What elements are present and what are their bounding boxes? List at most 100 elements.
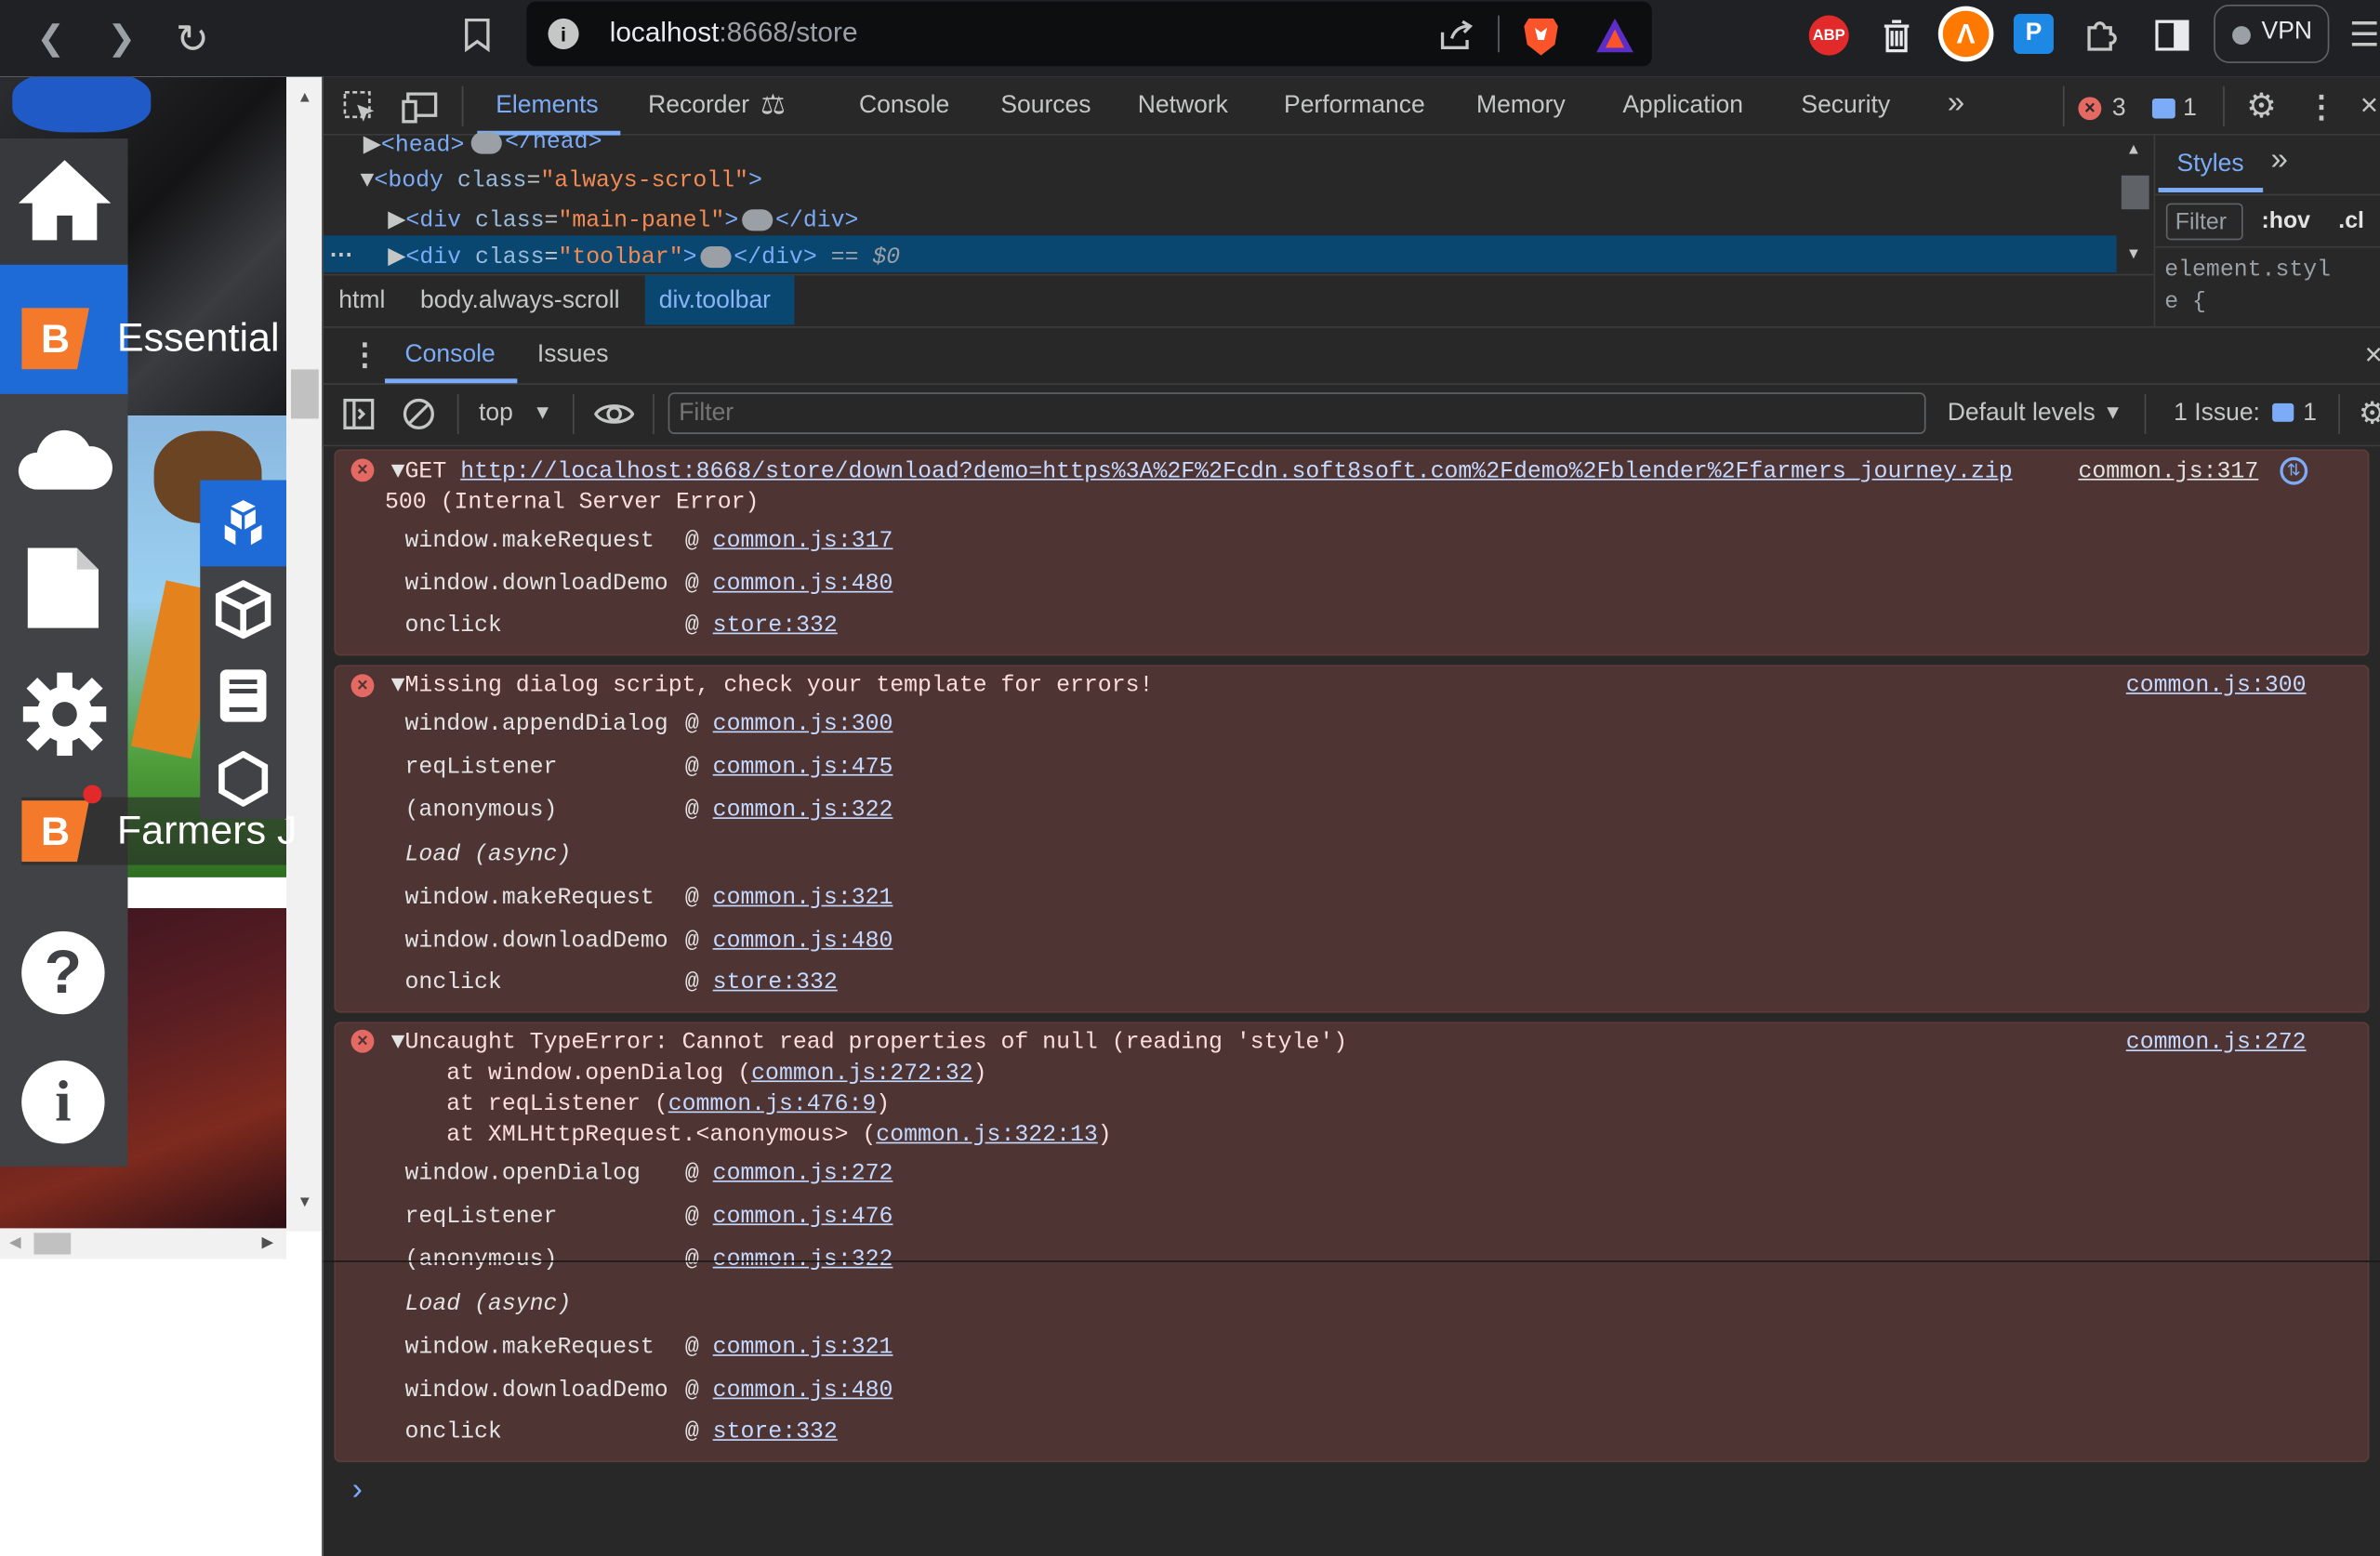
- tab-performance[interactable]: Performance: [1284, 92, 1425, 120]
- inspect-element-icon[interactable]: [342, 89, 379, 126]
- tab-recorder[interactable]: Recorder: [648, 92, 749, 120]
- sidebar-icon[interactable]: [2150, 14, 2193, 57]
- network-request-icon[interactable]: ⇅: [2280, 456, 2308, 485]
- forward-icon[interactable]: ❯: [96, 12, 148, 64]
- console-prompt[interactable]: ›: [348, 1474, 366, 1510]
- clear-console-icon[interactable]: [401, 396, 438, 433]
- sidebar-item-home[interactable]: [0, 138, 128, 271]
- stack-source-link[interactable]: common.js:272: [713, 1161, 893, 1187]
- tab-application[interactable]: Application: [1622, 92, 1743, 120]
- close-drawer-icon[interactable]: ×: [2364, 338, 2380, 374]
- console-filter-input[interactable]: [668, 392, 1926, 434]
- dom-node-body[interactable]: ▼<body class="always-scroll">: [360, 167, 761, 193]
- back-icon[interactable]: ❮: [24, 12, 76, 64]
- brave-shield-icon[interactable]: [1519, 12, 1562, 59]
- adblock-plus-icon[interactable]: ABP: [1808, 15, 1849, 56]
- source-link[interactable]: common.js:272: [2126, 1030, 2307, 1056]
- kebab-menu-icon[interactable]: ⋮: [2307, 86, 2337, 126]
- sidebar-item-settings[interactable]: [0, 653, 127, 782]
- more-tabs-icon[interactable]: »: [2270, 143, 2287, 178]
- close-devtools-icon[interactable]: ×: [2359, 86, 2380, 126]
- stack-source-link[interactable]: common.js:300: [713, 711, 893, 737]
- trace-link[interactable]: common.js:272:32: [751, 1061, 973, 1087]
- error-message-text[interactable]: ▼Uncaught TypeError: Cannot read propert…: [391, 1030, 1348, 1056]
- scroll-right-icon[interactable]: ▶: [262, 1234, 274, 1251]
- error-message-text[interactable]: ▼Missing dialog script, check your templ…: [391, 673, 1154, 699]
- box-icon[interactable]: [200, 566, 286, 653]
- hov-toggle[interactable]: :hov: [2262, 208, 2310, 234]
- stack-source-link[interactable]: store:332: [713, 1419, 838, 1445]
- eye-icon[interactable]: [593, 396, 636, 433]
- password-manager-icon[interactable]: P: [2013, 13, 2054, 54]
- source-link[interactable]: common.js:317: [2078, 458, 2258, 484]
- scroll-left-icon[interactable]: ◀: [9, 1234, 21, 1251]
- brave-rewards-icon[interactable]: [1592, 12, 1638, 59]
- cubes-icon[interactable]: [200, 480, 286, 567]
- chevron-down-icon[interactable]: ▼: [533, 401, 552, 424]
- reload-icon[interactable]: ↻: [166, 12, 218, 64]
- stack-source-link[interactable]: common.js:317: [713, 528, 893, 554]
- tab-network[interactable]: Network: [1138, 92, 1228, 120]
- site-info-icon[interactable]: i: [548, 18, 579, 49]
- cls-toggle[interactable]: .cl: [2338, 208, 2364, 234]
- scroll-down-icon[interactable]: ▼: [2126, 246, 2141, 263]
- breadcrumb-body[interactable]: body.always-scroll: [420, 288, 619, 316]
- scroll-thumb[interactable]: [2121, 175, 2149, 210]
- source-link[interactable]: common.js:300: [2126, 673, 2307, 699]
- wallet-icon[interactable]: [1875, 16, 1918, 59]
- book-icon[interactable]: [200, 653, 286, 739]
- dom-node-head[interactable]: ▶<head> </head>: [364, 129, 602, 158]
- puzzle-icon[interactable]: [2078, 12, 2124, 59]
- trace-link[interactable]: common.js:322:13: [876, 1122, 1098, 1148]
- page-hscrollbar[interactable]: ◀ ▶: [0, 1228, 286, 1259]
- tab-styles[interactable]: Styles: [2176, 151, 2243, 178]
- more-tabs-icon[interactable]: »: [1948, 86, 1964, 122]
- tab-console[interactable]: Console: [859, 92, 949, 120]
- trace-link[interactable]: common.js:476:9: [668, 1091, 877, 1117]
- vpn-button[interactable]: VPN: [2214, 4, 2330, 63]
- hscroll-thumb[interactable]: [33, 1233, 72, 1255]
- tab-elements[interactable]: Elements: [496, 92, 598, 120]
- bookmark-icon[interactable]: [456, 14, 498, 57]
- drawer-tab-console[interactable]: Console: [405, 342, 496, 370]
- hexagon-icon[interactable]: [200, 739, 286, 819]
- dom-node-main-panel[interactable]: ▶<div class="main-panel"> </div>: [388, 204, 858, 234]
- sidebar-item-files[interactable]: [0, 523, 127, 653]
- console-settings-icon[interactable]: ⚙: [2359, 394, 2380, 432]
- stack-source-link[interactable]: common.js:480: [713, 571, 893, 597]
- error-counter[interactable]: × 3 1: [2078, 94, 2197, 125]
- scroll-thumb[interactable]: [290, 369, 319, 419]
- stack-source-link[interactable]: store:332: [713, 613, 838, 639]
- styles-filter-input[interactable]: Filter: [2165, 203, 2243, 241]
- stack-source-link[interactable]: common.js:475: [713, 754, 893, 780]
- product-item-essential[interactable]: B Essential: [21, 305, 286, 373]
- stack-source-link[interactable]: common.js:322: [713, 798, 893, 824]
- share-icon[interactable]: [1435, 14, 1477, 57]
- sidebar-item-info[interactable]: i: [0, 1037, 127, 1167]
- dom-scrollbar[interactable]: ▲ ▼: [2116, 135, 2154, 274]
- menu-icon[interactable]: ☰: [2349, 16, 2380, 56]
- tab-memory[interactable]: Memory: [1476, 92, 1566, 120]
- stack-source-link[interactable]: common.js:480: [713, 929, 893, 955]
- sidebar-toggle-icon[interactable]: [342, 397, 376, 430]
- log-levels-dropdown[interactable]: Default levels: [1948, 401, 2096, 429]
- settings-gear-icon[interactable]: ⚙: [2241, 86, 2281, 126]
- drawer-tab-issues[interactable]: Issues: [537, 342, 609, 370]
- page-scrollbar[interactable]: ▲ ▼: [285, 76, 324, 1232]
- device-toolbar-icon[interactable]: [401, 89, 441, 126]
- url-text[interactable]: localhost:8668/store: [610, 17, 858, 49]
- stack-source-link[interactable]: common.js:321: [713, 885, 893, 911]
- stack-source-link[interactable]: store:332: [713, 969, 838, 996]
- avast-icon[interactable]: Λ: [1937, 6, 1994, 62]
- stack-source-link[interactable]: common.js:476: [713, 1204, 893, 1230]
- issues-label[interactable]: 1 Issue:: [2174, 401, 2260, 429]
- scroll-down-icon[interactable]: ▼: [298, 1194, 312, 1211]
- issues-count[interactable]: 1: [2303, 401, 2317, 429]
- breadcrumb-toolbar[interactable]: div.toolbar: [659, 288, 771, 316]
- sidebar-item-help[interactable]: ?: [0, 908, 127, 1037]
- error-message-text[interactable]: ▼GET http://localhost:8668/store/downloa…: [391, 458, 2013, 484]
- sidebar-item-cloud[interactable]: [0, 394, 127, 523]
- drawer-menu-icon[interactable]: ⋮: [350, 336, 380, 374]
- chevron-down-icon[interactable]: ▼: [2103, 401, 2122, 424]
- breadcrumb-html[interactable]: html: [338, 288, 385, 316]
